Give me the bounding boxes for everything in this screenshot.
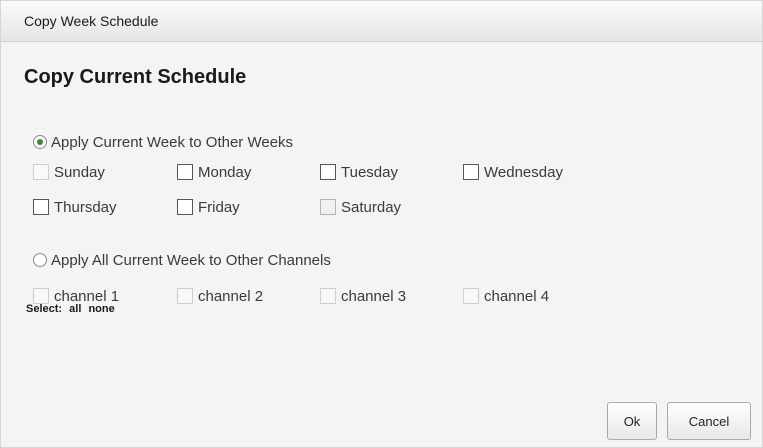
copy-week-schedule-dialog: Copy Week Schedule Copy Current Schedule…: [0, 0, 763, 448]
day-saturday-label: Saturday: [341, 198, 402, 216]
day-thursday[interactable]: Thursday: [33, 197, 117, 217]
channel-2-label: channel 2: [198, 287, 264, 305]
radio-apply-weeks[interactable]: Apply Current Week to Other Weeks: [33, 132, 293, 152]
day-friday[interactable]: Friday: [177, 197, 240, 217]
day-tuesday-label: Tuesday: [341, 163, 398, 181]
checkbox-channel-4[interactable]: [463, 288, 479, 304]
checkbox-channel-1[interactable]: [33, 288, 49, 304]
day-sunday-label: Sunday: [54, 163, 105, 181]
day-saturday[interactable]: Saturday: [320, 197, 401, 217]
checkbox-saturday[interactable]: [320, 199, 336, 215]
channel-2[interactable]: channel 2: [177, 286, 263, 306]
channel-4[interactable]: channel 4: [463, 286, 549, 306]
channel-4-label: channel 4: [484, 287, 550, 305]
channel-3[interactable]: channel 3: [320, 286, 406, 306]
day-monday-label: Monday: [198, 163, 252, 181]
select-label: Select:: [26, 303, 63, 315]
day-wednesday-label: Wednesday: [484, 163, 563, 181]
ok-button[interactable]: Ok: [607, 402, 657, 440]
radio-apply-channels[interactable]: Apply All Current Week to Other Channels: [33, 250, 331, 270]
dialog-titlebar: Copy Week Schedule: [1, 1, 762, 42]
checkbox-friday[interactable]: [177, 199, 193, 215]
cancel-button[interactable]: Cancel: [667, 402, 751, 440]
checkbox-channel-2[interactable]: [177, 288, 193, 304]
radio-channels-button[interactable]: [33, 253, 47, 267]
day-wednesday[interactable]: Wednesday: [463, 162, 563, 182]
checkbox-channel-3[interactable]: [320, 288, 336, 304]
channel-1-label: channel 1: [54, 287, 120, 305]
select-controls: Select: all none: [26, 303, 119, 315]
radio-weeks-label: Apply Current Week to Other Weeks: [51, 133, 294, 151]
radio-channels-label: Apply All Current Week to Other Channels: [51, 251, 331, 269]
page-title: Copy Current Schedule: [24, 66, 247, 88]
day-tuesday[interactable]: Tuesday: [320, 162, 398, 182]
checkbox-monday[interactable]: [177, 164, 193, 180]
select-none-link[interactable]: none: [88, 303, 114, 315]
day-friday-label: Friday: [198, 198, 240, 216]
day-monday[interactable]: Monday: [177, 162, 251, 182]
channel-3-label: channel 3: [341, 287, 407, 305]
select-all-link[interactable]: all: [69, 303, 81, 315]
dialog-title: Copy Week Schedule: [24, 13, 159, 29]
day-thursday-label: Thursday: [54, 198, 117, 216]
dialog-body: Copy Current Schedule Apply Current Week…: [1, 42, 762, 447]
checkbox-tuesday[interactable]: [320, 164, 336, 180]
checkbox-sunday[interactable]: [33, 164, 49, 180]
day-sunday[interactable]: Sunday: [33, 162, 105, 182]
checkbox-wednesday[interactable]: [463, 164, 479, 180]
radio-weeks-button[interactable]: [33, 135, 47, 149]
checkbox-thursday[interactable]: [33, 199, 49, 215]
